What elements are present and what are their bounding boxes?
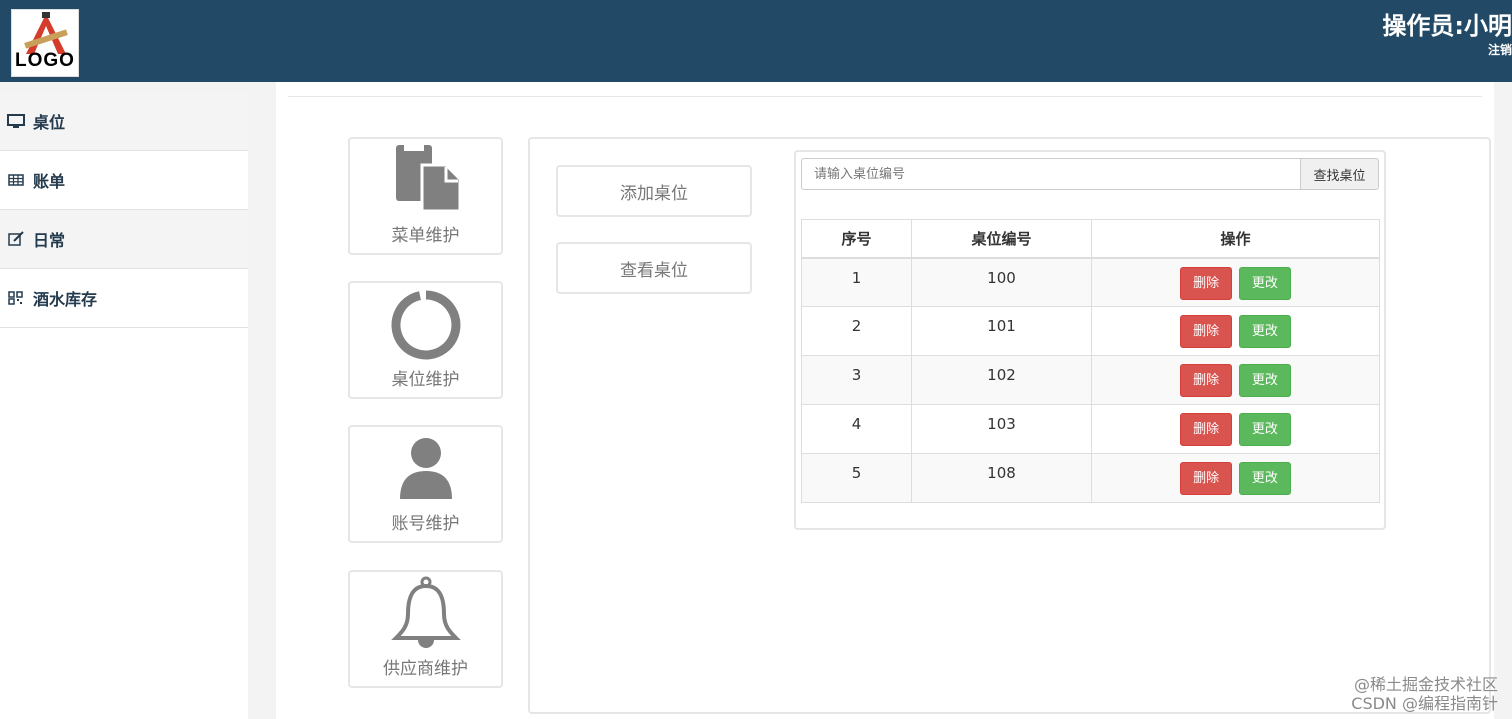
column-header-actions: 操作 <box>1091 219 1380 259</box>
view-table-button[interactable]: 查看桌位 <box>556 242 752 294</box>
edit-button[interactable]: 更改 <box>1238 364 1291 397</box>
table-row: 1 100 删除 更改 <box>801 257 1380 307</box>
row-table-number: 101 <box>911 306 1092 356</box>
operator-name: 操作员:小明 <box>1382 12 1512 40</box>
row-index: 5 <box>801 453 912 503</box>
row-actions: 删除 更改 <box>1091 306 1380 356</box>
bell-icon <box>391 576 461 648</box>
edit-button[interactable]: 更改 <box>1238 462 1291 495</box>
edit-button[interactable]: 更改 <box>1238 413 1291 446</box>
table-row: 3 102 删除 更改 <box>801 355 1380 405</box>
search-table-button[interactable]: 查找桌位 <box>1300 158 1379 190</box>
delete-button[interactable]: 删除 <box>1180 266 1233 300</box>
row-actions: 删除 更改 <box>1091 453 1380 503</box>
logo-text: LOGO <box>15 50 75 71</box>
edit-icon <box>8 231 24 246</box>
sidebar-item-label: 酒水库存 <box>33 290 98 309</box>
row-index: 2 <box>801 306 912 356</box>
delete-button[interactable]: 删除 <box>1180 462 1233 495</box>
user-icon <box>400 438 452 499</box>
row-table-number: 100 <box>911 257 1092 307</box>
logout-link[interactable]: 注销 <box>1488 41 1512 58</box>
edit-button[interactable]: 更改 <box>1238 315 1291 348</box>
table-row: 2 101 删除 更改 <box>801 306 1380 356</box>
row-table-number: 103 <box>911 404 1092 454</box>
sidebar-item-label: 账单 <box>33 172 66 191</box>
row-index: 4 <box>801 404 912 454</box>
tile-label: 供应商维护 <box>383 659 468 679</box>
tile-table-maintenance[interactable]: 桌位维护 <box>348 281 503 399</box>
table-row: 4 103 删除 更改 <box>801 404 1380 454</box>
sidebar-item-daily[interactable]: 日常 <box>0 210 248 269</box>
row-table-number: 108 <box>911 453 1092 503</box>
sidebar-item-tables[interactable]: 桌位 <box>0 92 248 151</box>
ring-icon <box>391 290 461 360</box>
sidebar-item-bills[interactable]: 账单 <box>0 151 248 210</box>
row-table-number: 102 <box>911 355 1092 405</box>
tile-supplier-maintenance[interactable]: 供应商维护 <box>348 570 503 688</box>
row-index: 3 <box>801 355 912 405</box>
sidebar-item-label: 日常 <box>33 231 66 250</box>
main-area: 菜单维护 桌位维护 账号维护 供应商维护 添加桌位 查看桌位 请输入桌位编号 查… <box>248 82 1512 719</box>
table-grid-icon <box>8 174 24 186</box>
table-header-row: 序号 桌位编号 操作 <box>801 219 1380 259</box>
edit-button[interactable]: 更改 <box>1238 266 1291 300</box>
tile-label: 账号维护 <box>391 514 460 534</box>
row-actions: 删除 更改 <box>1091 404 1380 454</box>
row-actions: 删除 更改 <box>1091 355 1380 405</box>
table-list-box: 查找桌位 序号 桌位编号 操作 1 100 <box>794 150 1386 530</box>
sidebar: 桌位 账单 日常 酒水库存 <box>0 82 248 719</box>
tile-label: 桌位维护 <box>391 370 460 390</box>
document-copy-icon <box>396 145 462 213</box>
watermark: @稀土掘金技术社区 CSDN @编程指南针 <box>1351 675 1498 713</box>
add-table-button[interactable]: 添加桌位 <box>556 165 752 217</box>
row-actions: 删除 更改 <box>1091 257 1380 307</box>
sidebar-item-drinks-stock[interactable]: 酒水库存 <box>0 269 248 328</box>
qrcode-icon <box>8 291 23 305</box>
table-number-search-input[interactable] <box>801 158 1301 190</box>
tile-menu-maintenance[interactable]: 菜单维护 <box>348 137 503 255</box>
delete-button[interactable]: 删除 <box>1180 315 1233 348</box>
logo: LOGO <box>11 9 79 77</box>
sidebar-item-label: 桌位 <box>33 113 66 132</box>
tables-list: 序号 桌位编号 操作 1 100 删除 更改 2 101 删除 更改 3 102… <box>801 219 1380 503</box>
table-row: 5 108 删除 更改 <box>801 453 1380 503</box>
delete-button[interactable]: 删除 <box>1180 364 1233 397</box>
tile-account-maintenance[interactable]: 账号维护 <box>348 425 503 543</box>
watermark-line: @稀土掘金技术社区 <box>1353 675 1498 694</box>
row-index: 1 <box>801 257 912 307</box>
delete-button[interactable]: 删除 <box>1180 413 1233 446</box>
top-header: LOGO 操作员:小明 注销 <box>0 0 1512 82</box>
column-header-number: 桌位编号 <box>911 219 1092 259</box>
content-area: 菜单维护 桌位维护 账号维护 供应商维护 添加桌位 查看桌位 请输入桌位编号 查… <box>276 82 1494 719</box>
monitor-icon <box>7 114 25 128</box>
column-header-index: 序号 <box>801 219 912 259</box>
content-divider <box>288 96 1482 97</box>
table-management-panel: 添加桌位 查看桌位 查找桌位 序号 桌位编号 操作 1 <box>528 137 1491 714</box>
tile-label: 菜单维护 <box>391 226 460 246</box>
watermark-line: CSDN @编程指南针 <box>1351 694 1498 713</box>
